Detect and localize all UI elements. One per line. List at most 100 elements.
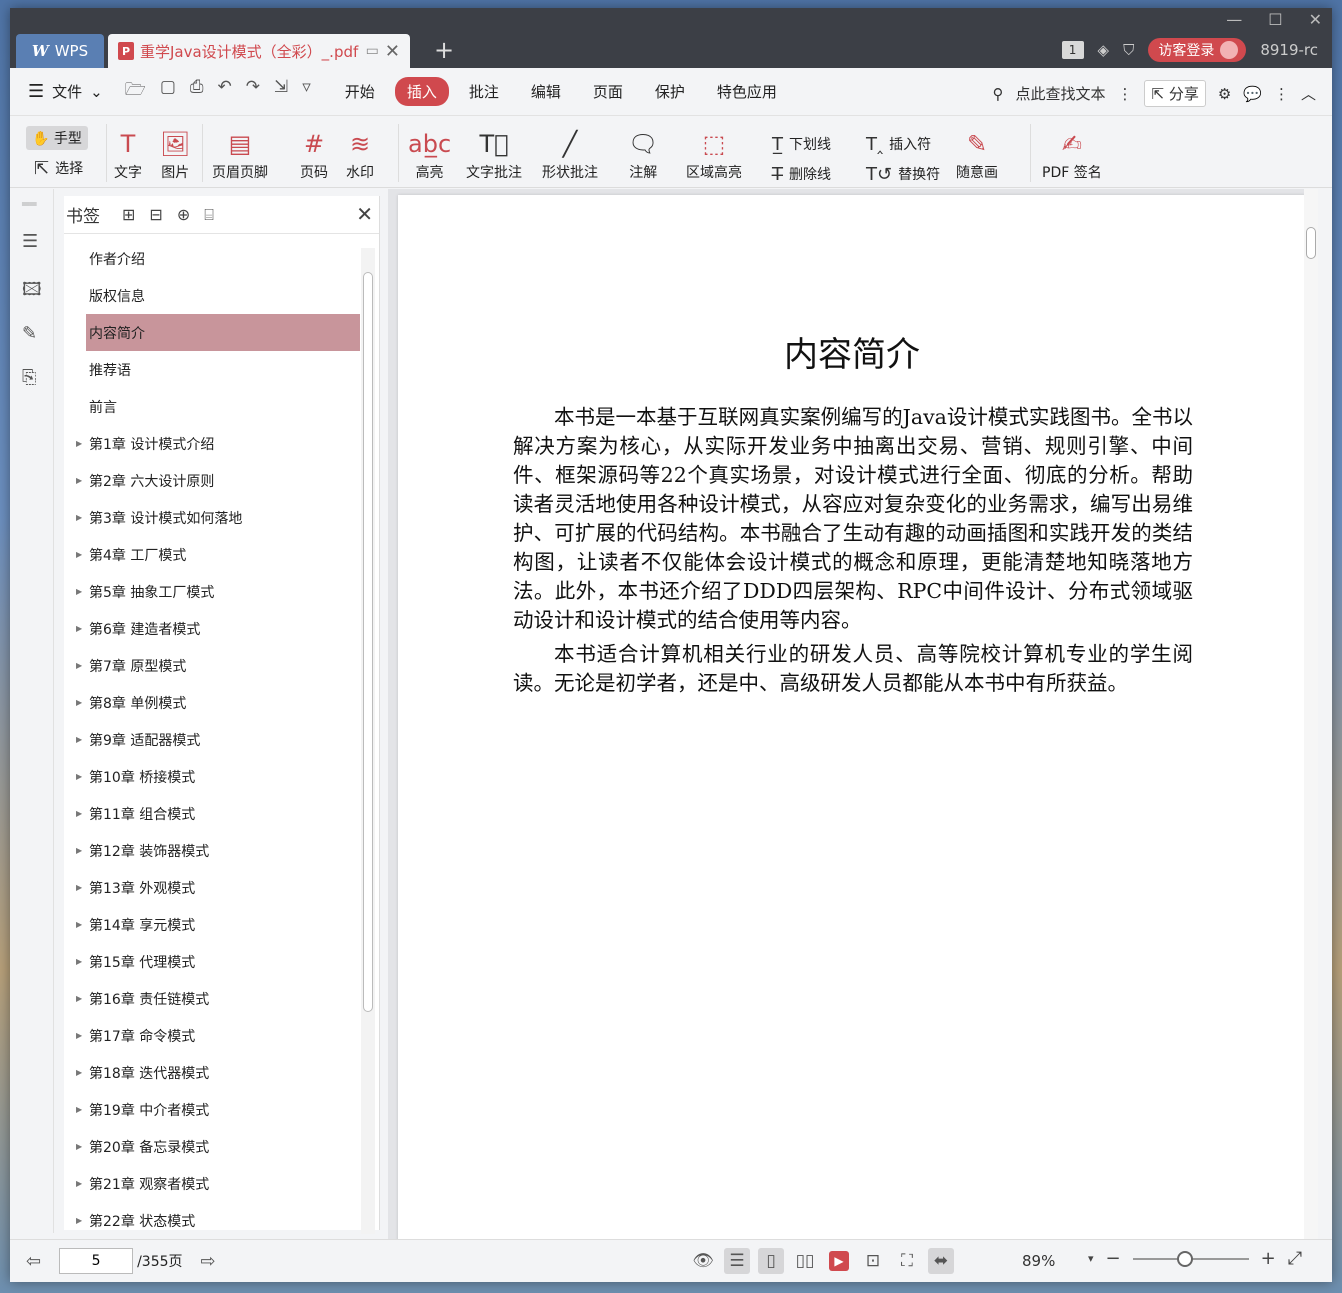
bookmark-item[interactable]: ▶ 第20章 备忘录模式 — [64, 1128, 360, 1165]
fit-width-icon[interactable]: ⬌ — [928, 1248, 954, 1274]
bookmark-item[interactable]: ▶ 第17章 命令模式 — [64, 1017, 360, 1054]
collapse-ribbon-icon[interactable]: ︿ — [1301, 83, 1316, 104]
highlight-button[interactable]: ab̲c 高亮 — [408, 126, 451, 182]
expand-arrow-icon[interactable]: ▶ — [76, 846, 82, 855]
bookmark-item[interactable]: ▶ 第2章 六大设计原则 — [64, 462, 360, 499]
bookmark-item[interactable]: 内容简介 — [86, 314, 360, 351]
zoom-slider[interactable] — [1132, 1250, 1249, 1267]
search-icon[interactable]: ⚲ — [992, 85, 1003, 103]
tab-comment[interactable]: 批注 — [457, 77, 511, 106]
bookmark-item[interactable]: 作者介绍 — [64, 240, 360, 277]
guest-login-button[interactable]: 访客登录 — [1148, 38, 1247, 62]
bookmark-item[interactable]: ▶ 第19章 中介者模式 — [64, 1091, 360, 1128]
bookmark-item[interactable]: ▶ 第3章 设计模式如何落地 — [64, 499, 360, 536]
document-scrollbar[interactable] — [1304, 189, 1318, 1239]
more-quick-icon[interactable]: ▿ — [302, 77, 311, 106]
insert-mark-button[interactable]: T‸ 插入符 — [866, 132, 931, 156]
expand-arrow-icon[interactable]: ▶ — [76, 476, 82, 485]
file-menu[interactable]: ☰ 文件 ⌄ — [28, 81, 103, 102]
share-button[interactable]: ⇱ 分享 — [1144, 80, 1206, 107]
replace-mark-button[interactable]: T↺ 替换符 — [866, 162, 940, 186]
skin-icon[interactable]: ◈ — [1098, 41, 1110, 59]
expand-arrow-icon[interactable]: ▶ — [76, 920, 82, 929]
bookmark-item[interactable]: ▶ 第14章 享元模式 — [64, 906, 360, 943]
tab-edit[interactable]: 编辑 — [519, 77, 573, 106]
expand-arrow-icon[interactable]: ▶ — [76, 587, 82, 596]
expand-arrow-icon[interactable]: ▶ — [76, 1216, 82, 1225]
tab-protect[interactable]: 保护 — [643, 77, 697, 106]
header-footer-button[interactable]: ▤ 页眉页脚 — [212, 126, 268, 182]
pdf-sign-button[interactable]: ✍ PDF 签名 — [1042, 126, 1102, 182]
zoom-out-icon[interactable]: − — [1106, 1248, 1121, 1269]
text-comment-button[interactable]: T⃞ 文字批注 — [466, 126, 522, 182]
bookmark-item[interactable]: ▶ 第5章 抽象工厂模式 — [64, 573, 360, 610]
page-number-button[interactable]: # 页码 — [300, 126, 328, 182]
bookmark-item[interactable]: ▶ 第16章 责任链模式 — [64, 980, 360, 1017]
expand-arrow-icon[interactable]: ▶ — [76, 957, 82, 966]
bookmark-scroll-thumb[interactable] — [363, 272, 373, 1012]
zoom-in-icon[interactable]: + — [1261, 1248, 1276, 1269]
bookmark-item[interactable]: ▶ 第6章 建造者模式 — [64, 610, 360, 647]
expand-arrow-icon[interactable]: ▶ — [76, 439, 82, 448]
area-highlight-button[interactable]: ⬚ 区域高亮 — [686, 126, 742, 182]
document-tab[interactable]: P 重学Java设计模式（全彩）_.pdf ▭ ✕ — [108, 34, 410, 68]
bookmark-scrollbar[interactable] — [361, 248, 375, 1234]
underline-button[interactable]: T̲ 下划线 — [772, 132, 831, 156]
prev-page-icon[interactable]: ⇦ — [26, 1251, 41, 1272]
expand-all-icon[interactable]: ⊞ — [122, 205, 135, 225]
single-page-icon[interactable]: ▯ — [758, 1248, 784, 1274]
tab-page[interactable]: 页面 — [581, 77, 635, 106]
export-icon[interactable]: ⇲ — [274, 77, 288, 106]
expand-arrow-icon[interactable]: ▶ — [76, 1068, 82, 1077]
attachment-icon[interactable]: ⎘ — [22, 367, 36, 388]
expand-arrow-icon[interactable]: ▶ — [76, 1179, 82, 1188]
undo-icon[interactable]: ↶ — [218, 77, 232, 106]
save-icon[interactable]: ▢ — [160, 77, 176, 106]
text-button[interactable]: T 文字 — [114, 126, 142, 182]
wps-home-tab[interactable]: W WPS — [16, 34, 104, 68]
bookmark-item[interactable]: ▶ 第12章 装饰器模式 — [64, 832, 360, 869]
close-tab-icon[interactable]: ✕ — [385, 41, 400, 62]
bookmark-item[interactable]: ▶ 第21章 观察者模式 — [64, 1165, 360, 1202]
eye-protect-icon[interactable]: 👁 — [690, 1248, 716, 1274]
bookmark-options-icon[interactable]: ⌸ — [204, 205, 214, 225]
bookmark-item[interactable]: ▶ 第10章 桥接模式 — [64, 758, 360, 795]
expand-arrow-icon[interactable]: ▶ — [76, 661, 82, 670]
fullscreen-icon[interactable]: ⤢ — [1288, 1248, 1302, 1269]
tab-special[interactable]: 特色应用 — [705, 77, 789, 106]
bookmark-item[interactable]: ▶ 第13章 外观模式 — [64, 869, 360, 906]
fit-page-icon[interactable]: ⛶ — [894, 1248, 920, 1274]
shirt-icon[interactable]: ⛉ — [1123, 41, 1134, 59]
expand-arrow-icon[interactable]: ▶ — [76, 1142, 82, 1151]
bookmark-item[interactable]: ▶ 第15章 代理模式 — [64, 943, 360, 980]
more-options-icon[interactable]: ⋮ — [1274, 85, 1289, 103]
bookmark-item[interactable]: ▶ 第7章 原型模式 — [64, 647, 360, 684]
bookmark-item[interactable]: ▶ 第11章 组合模式 — [64, 795, 360, 832]
add-tab-icon[interactable]: + — [434, 36, 454, 64]
expand-arrow-icon[interactable]: ▶ — [76, 513, 82, 522]
annotation-button[interactable]: 🗨 注解 — [628, 126, 658, 182]
two-page-icon[interactable]: ▯▯ — [792, 1248, 818, 1274]
redo-icon[interactable]: ↷ — [246, 77, 260, 106]
tab-insert[interactable]: 插入 — [394, 77, 449, 106]
zoom-slider-knob[interactable] — [1176, 1250, 1193, 1267]
document-scroll-thumb[interactable] — [1306, 227, 1316, 259]
image-button[interactable]: 🖼 图片 — [160, 126, 190, 182]
actual-size-icon[interactable]: ⊡ — [860, 1248, 886, 1274]
expand-arrow-icon[interactable]: ▶ — [76, 1105, 82, 1114]
zoom-level[interactable]: 89% — [1022, 1252, 1055, 1270]
bookmark-item[interactable]: ▶ 第8章 单例模式 — [64, 684, 360, 721]
continuous-view-icon[interactable]: ☰ — [724, 1248, 750, 1274]
pdf-page[interactable]: 内容简介 本书是一本基于互联网真实案例编写的Java设计模式实践图书。全书以解决… — [398, 195, 1306, 1245]
chat-icon[interactable]: 💬 — [1243, 85, 1262, 103]
bookmark-item[interactable]: 前言 — [64, 388, 360, 425]
bookmark-item[interactable]: ▶ 第18章 迭代器模式 — [64, 1054, 360, 1091]
expand-arrow-icon[interactable]: ▶ — [76, 1031, 82, 1040]
bookmark-item[interactable]: ▶ 第4章 工厂模式 — [64, 536, 360, 573]
search-text-button[interactable]: 点此查找文本 — [1015, 83, 1105, 104]
annotation-panel-icon[interactable]: ✎ — [22, 323, 37, 344]
close-window-icon[interactable]: ✕ — [1309, 10, 1322, 29]
add-bookmark-icon[interactable]: ⊕ — [177, 205, 190, 225]
gear-icon[interactable]: ⚙ — [1218, 85, 1231, 103]
expand-arrow-icon[interactable]: ▶ — [76, 624, 82, 633]
